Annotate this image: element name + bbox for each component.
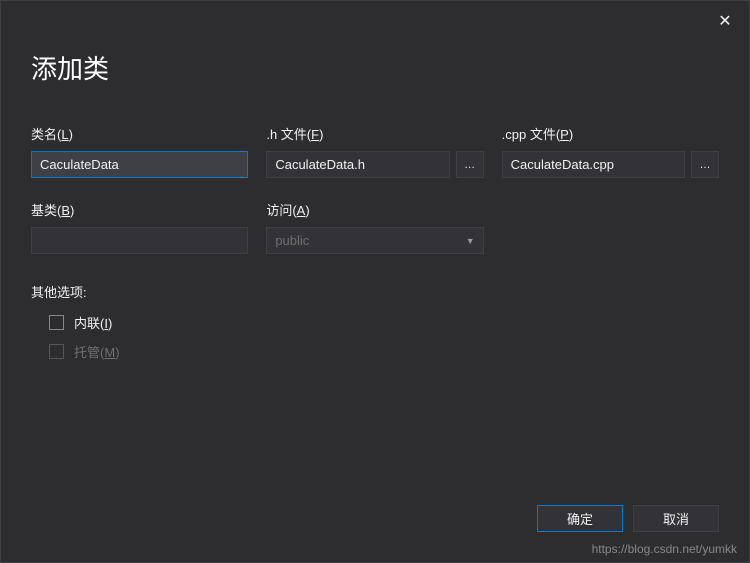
options-title: 其他选项: xyxy=(31,282,719,301)
access-label: 访问(A) xyxy=(266,200,483,219)
inline-label: 内联(I) xyxy=(74,313,112,332)
managed-checkbox xyxy=(49,344,64,359)
cpp-file-label: .cpp 文件(P) xyxy=(502,124,719,143)
base-class-input[interactable] xyxy=(31,227,248,254)
inline-checkbox[interactable] xyxy=(49,315,64,330)
managed-label: 托管(M) xyxy=(74,342,120,361)
access-select[interactable]: public ▼ xyxy=(266,227,483,254)
base-class-label: 基类(B) xyxy=(31,200,248,219)
h-file-input[interactable] xyxy=(266,151,449,178)
button-bar: 确定 取消 xyxy=(537,505,719,532)
h-file-label: .h 文件(F) xyxy=(266,124,483,143)
chevron-down-icon: ▼ xyxy=(466,236,475,246)
h-file-browse-button[interactable]: … xyxy=(456,151,484,178)
managed-option: 托管(M) xyxy=(49,342,719,361)
inline-option[interactable]: 内联(I) xyxy=(49,313,719,332)
access-value: public xyxy=(275,233,309,248)
options-section: 其他选项: 内联(I) 托管(M) xyxy=(1,254,749,361)
ok-button[interactable]: 确定 xyxy=(537,505,623,532)
cancel-button[interactable]: 取消 xyxy=(633,505,719,532)
class-name-input[interactable] xyxy=(31,151,248,178)
cpp-file-input[interactable] xyxy=(502,151,685,178)
form-row-2: 基类(B) 访问(A) public ▼ xyxy=(1,178,749,254)
class-name-label: 类名(L) xyxy=(31,124,248,143)
cpp-file-browse-button[interactable]: … xyxy=(691,151,719,178)
form-row-1: 类名(L) .h 文件(F) … .cpp 文件(P) … xyxy=(1,86,749,178)
watermark: https://blog.csdn.net/yumkk xyxy=(592,542,737,556)
close-icon[interactable]: ✕ xyxy=(713,9,737,33)
dialog-title: 添加类 xyxy=(1,1,749,86)
